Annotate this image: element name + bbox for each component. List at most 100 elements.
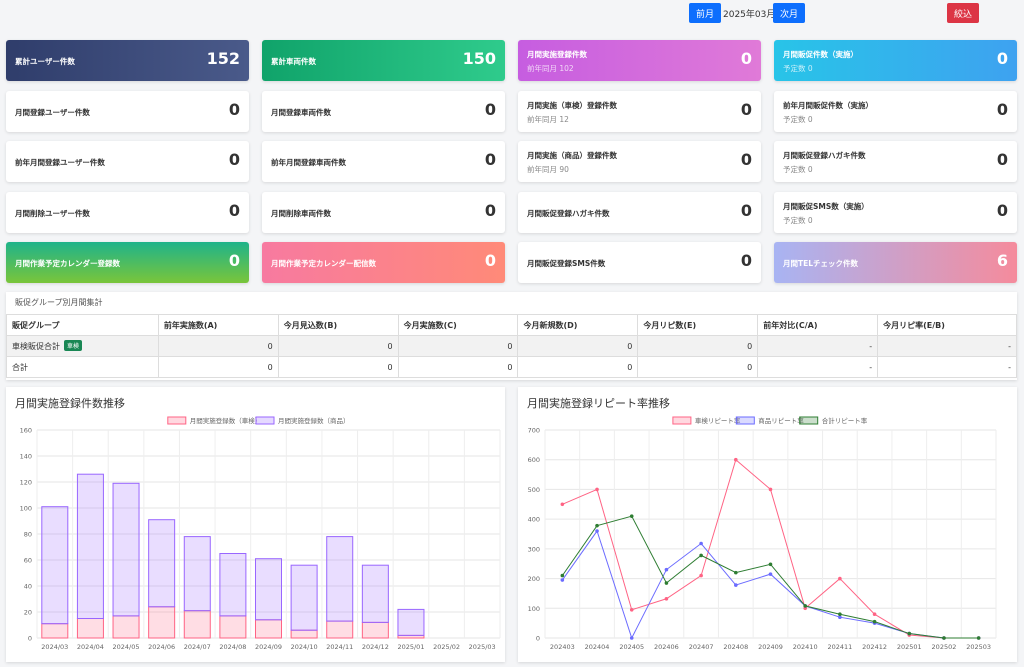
stat-card: 月間販促登録SMS件数 0 <box>518 242 761 283</box>
stat-card-label: 月間販促登録ハガキ件数 <box>527 209 610 218</box>
bar <box>326 536 354 622</box>
group-name: 合計 <box>12 362 28 372</box>
bar-chart-panel: 月間実施登録件数推移 0 20 40 60 80 100 120 140 160 2024/03 2… <box>6 387 505 662</box>
table-row: 車検販促合計 車検 0 0 0 0 0- - <box>6 335 1017 357</box>
x-tick-label: 2024/03 <box>41 643 68 651</box>
stat-card-value: 6 <box>996 251 1008 270</box>
data-point <box>976 636 981 640</box>
data-point <box>629 636 634 640</box>
data-point <box>664 596 669 601</box>
stat-card: 累計車両件数 150 <box>262 40 505 81</box>
stat-card-label: 月間実施（車検）登録件数 <box>527 101 617 110</box>
data-point <box>629 514 634 518</box>
stat-card-value: 152 <box>206 49 240 68</box>
data-point <box>872 612 877 617</box>
legend-swatch <box>799 416 819 425</box>
x-tick-label: 202412 <box>862 643 887 651</box>
table-header-cell[interactable]: 今月リピ数(E) <box>637 314 759 336</box>
legend-swatch <box>167 416 187 425</box>
data-point <box>942 636 946 640</box>
stat-card-subtext: 予定数 0 <box>783 64 813 73</box>
data-point <box>734 570 738 575</box>
x-tick-label: 2024/09 <box>255 643 282 651</box>
data-point <box>664 567 669 572</box>
table-header-cell[interactable]: 前年対比(C/A) <box>757 314 879 336</box>
data-point <box>595 529 599 533</box>
stat-card-subtext: 前年同月 102 <box>527 64 574 73</box>
x-tick-label: 2024/06 <box>148 643 175 651</box>
data-point <box>768 572 773 576</box>
table-header-cell[interactable]: 販促グループ <box>6 314 159 336</box>
bar <box>290 629 318 639</box>
x-tick-label: 202408 <box>723 643 748 651</box>
stat-card: 月間登録ユーザー件数 0 <box>6 91 249 132</box>
next-month-button[interactable]: 次月 <box>773 3 805 23</box>
bar <box>41 506 69 625</box>
data-point <box>560 502 565 507</box>
stat-card-value: 0 <box>740 251 752 270</box>
stat-card-label: 月間作業予定カレンダー登録数 <box>15 259 120 268</box>
table-cell: 0 <box>397 356 519 378</box>
stat-card: 累計ユーザー件数 152 <box>6 40 249 81</box>
x-tick-label: 202410 <box>793 643 818 651</box>
y-tick-label: 400 <box>528 516 540 524</box>
stat-card-label: 前年月間販促件数（実施） <box>783 101 873 110</box>
y-tick-label: 80 <box>24 531 32 539</box>
table-header-cell[interactable]: 今月見込数(B) <box>277 314 399 336</box>
bar <box>219 553 247 617</box>
data-point <box>699 573 703 578</box>
stat-card: 月間販促SMS数（実施） 予定数 0 0 <box>774 192 1017 233</box>
stat-card-label: 累計ユーザー件数 <box>15 57 75 66</box>
y-tick-label: 100 <box>20 505 32 513</box>
y-tick-label: 40 <box>24 583 32 591</box>
stat-card: 月間実施（商品）登録件数 前年同月 90 0 <box>518 141 761 182</box>
stat-card-label: 月間削除車両件数 <box>271 209 331 218</box>
y-tick-label: 0 <box>28 635 32 643</box>
bar <box>76 618 104 639</box>
top-toolbar: 前月 2025年03月 次月 絞込 <box>0 0 1024 34</box>
stat-card-label: 月間作業予定カレンダー配信数 <box>271 259 376 268</box>
x-tick-label: 2024/10 <box>291 643 318 651</box>
table-cell: 0 <box>637 356 759 378</box>
x-tick-label: 2024/05 <box>113 643 140 651</box>
data-point <box>803 604 807 608</box>
legend-label: 合計リピート率 <box>822 416 868 425</box>
y-tick-label: 120 <box>20 479 32 487</box>
legend-swatch <box>255 416 275 425</box>
line-chart-panel: 月間実施登録リピート率推移 0 100 200 300 400 500 600 700 2024… <box>518 387 1017 662</box>
table-cell: - <box>877 356 1017 378</box>
x-tick-label: 202503 <box>966 643 991 651</box>
bar <box>361 564 389 623</box>
stat-card: 月間販促件数（実施） 予定数 0 0 <box>774 40 1017 81</box>
stat-card-label: 月間TELチェック件数 <box>783 259 859 268</box>
data-point <box>872 619 877 624</box>
stat-card: 前年月間登録車両件数 0 <box>262 141 505 182</box>
data-point <box>734 457 738 462</box>
prev-month-button[interactable]: 前月 <box>689 3 721 23</box>
legend-label: 月間実施登録数（商品） <box>278 416 350 425</box>
table-header-cell[interactable]: 今月実施数(C) <box>397 314 519 336</box>
y-tick-label: 140 <box>20 453 32 461</box>
stat-card: 前年月間販促件数（実施） 予定数 0 0 <box>774 91 1017 132</box>
table-header-cell[interactable]: 前年実施数(A) <box>157 314 279 336</box>
data-point <box>768 487 773 492</box>
group-badge: 車検 <box>64 340 83 351</box>
stat-card-value: 0 <box>740 150 752 169</box>
legend-label: 車検リピート率 <box>695 416 741 425</box>
table-header-cell[interactable]: 今月新規数(D) <box>517 314 639 336</box>
x-tick-label: 2024/04 <box>77 643 104 651</box>
data-point <box>699 541 703 546</box>
stat-card: 月間作業予定カレンダー登録数 0 <box>6 242 249 283</box>
x-tick-label: 202405 <box>619 643 644 651</box>
table-header-cell[interactable]: 今月リピ率(E/B) <box>877 314 1017 336</box>
filter-button[interactable]: 絞込 <box>947 3 979 23</box>
table-cell: - <box>877 335 1017 357</box>
y-tick-label: 500 <box>528 486 540 494</box>
stat-card-value: 0 <box>228 100 240 119</box>
x-tick-label: 2025/03 <box>469 643 496 651</box>
data-point <box>560 578 565 582</box>
stat-card-label: 月間販促登録SMS件数 <box>527 259 606 268</box>
stat-card: 月間削除車両件数 0 <box>262 192 505 233</box>
stat-card: 月間販促登録ハガキ件数 0 <box>518 192 761 233</box>
stat-card: 月間TELチェック件数 6 <box>774 242 1017 283</box>
